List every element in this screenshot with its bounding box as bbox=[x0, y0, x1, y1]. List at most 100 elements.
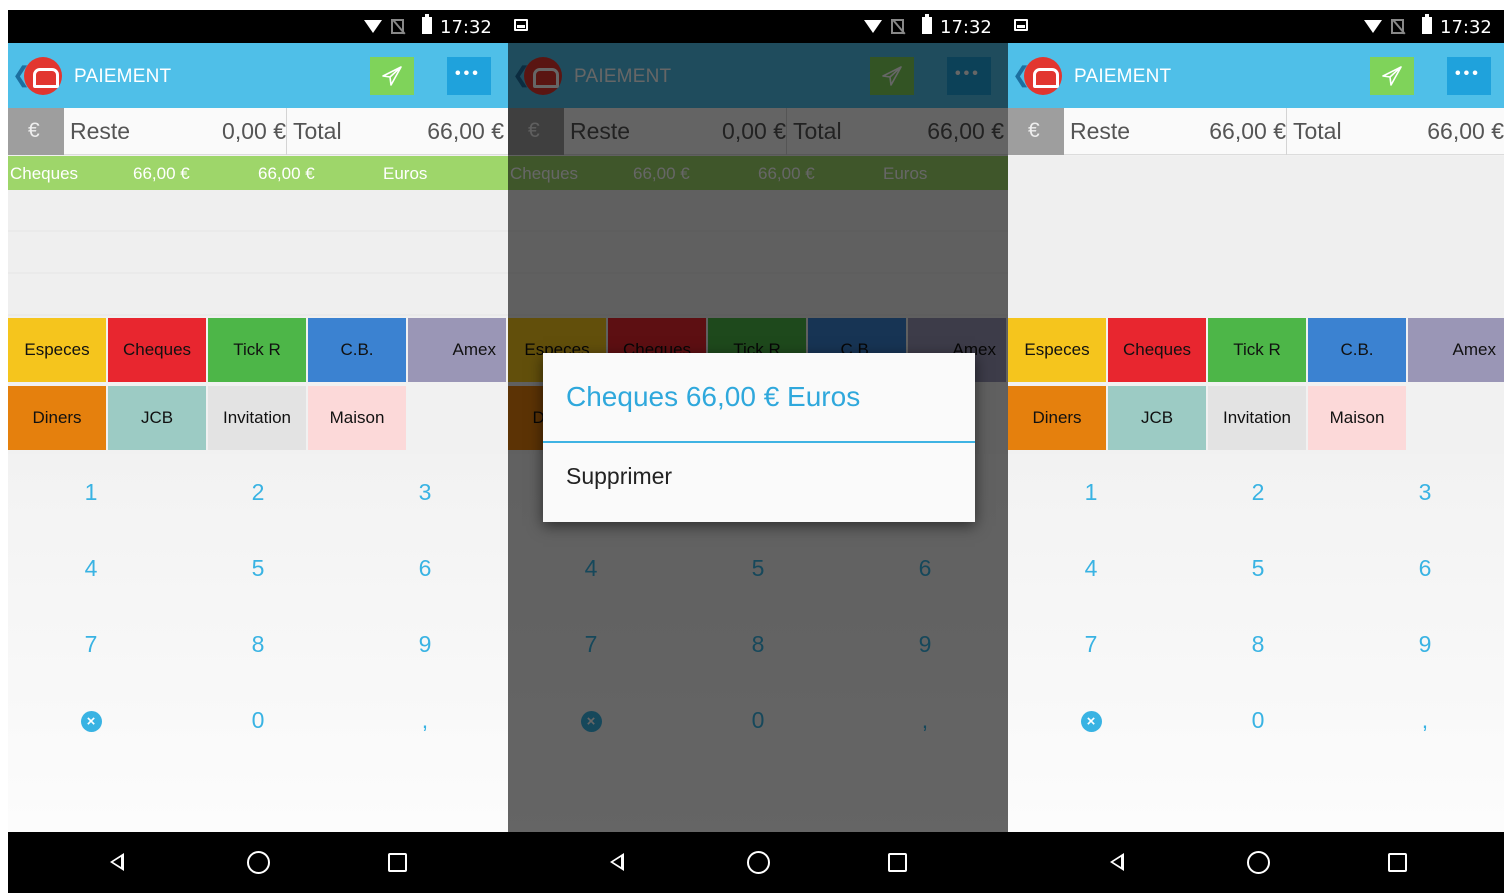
delete-key[interactable]: × bbox=[8, 682, 174, 758]
nav-home-icon[interactable] bbox=[747, 851, 770, 874]
method-button-cheques[interactable]: Cheques bbox=[108, 318, 206, 382]
key-6[interactable]: 6 bbox=[342, 530, 508, 606]
nav-home-icon[interactable] bbox=[247, 851, 270, 874]
key-6[interactable]: 6 bbox=[1342, 530, 1504, 606]
nav-back-icon[interactable] bbox=[110, 853, 124, 871]
wifi-icon bbox=[364, 20, 382, 33]
key-9[interactable]: 9 bbox=[342, 606, 508, 682]
reste-value: 66,00 € bbox=[1209, 118, 1286, 144]
method-button-maison[interactable]: Maison bbox=[1308, 386, 1406, 450]
total-label: Total bbox=[1293, 118, 1342, 144]
key-7[interactable]: 7 bbox=[8, 606, 174, 682]
nav-home-icon[interactable] bbox=[1247, 851, 1270, 874]
nav-back-icon[interactable] bbox=[610, 853, 624, 871]
no-sim-icon bbox=[391, 19, 404, 34]
key-3[interactable]: 3 bbox=[1342, 454, 1504, 530]
no-sim-icon bbox=[891, 19, 904, 34]
image-notification-icon bbox=[514, 19, 528, 31]
reste-label: Reste bbox=[70, 118, 131, 144]
method-button-especes[interactable]: Especes bbox=[1008, 318, 1106, 382]
key-0[interactable]: 0 bbox=[175, 682, 341, 758]
send-button[interactable] bbox=[370, 57, 414, 95]
method-button-amex[interactable]: Amex bbox=[1408, 318, 1504, 382]
nav-recent-icon[interactable] bbox=[1388, 853, 1407, 872]
phone-screen-1: 17:32 ❮ PAIEMENT ••• € Reste 0,00 € Total 66,00 … bbox=[8, 10, 508, 893]
method-button-diners[interactable]: Diners bbox=[1008, 386, 1106, 450]
method-button-invitation[interactable]: Invitation bbox=[208, 386, 306, 450]
key-comma[interactable]: , bbox=[342, 682, 508, 758]
method-button-c-b[interactable]: C.B. bbox=[1308, 318, 1406, 382]
totals-row: €Reste 0,00 € Total 66,00 € bbox=[8, 108, 508, 155]
battery-icon bbox=[422, 14, 432, 34]
method-button-diners[interactable]: Diners bbox=[8, 386, 106, 450]
key-7[interactable]: 7 bbox=[1008, 606, 1174, 682]
total-value: 66,00 € bbox=[1427, 118, 1504, 144]
status-time: 17:32 bbox=[1440, 17, 1492, 38]
phone-screen-3: 17:32 ❮ PAIEMENT ••• € Reste 66,00 € Total 66,00… bbox=[1008, 10, 1504, 893]
status-bar: 17:32 bbox=[1008, 10, 1504, 43]
key-4[interactable]: 4 bbox=[8, 530, 174, 606]
method-button-amex[interactable]: Amex bbox=[408, 318, 506, 382]
key-3[interactable]: 3 bbox=[342, 454, 508, 530]
method-button-cheques[interactable]: Cheques bbox=[1108, 318, 1206, 382]
reste-value: 0,00 € bbox=[222, 118, 286, 144]
key-8[interactable]: 8 bbox=[1175, 606, 1341, 682]
payment-currency: Euros bbox=[383, 164, 428, 183]
total-box: Total 66,00 € bbox=[1286, 108, 1504, 155]
dialog-title: Cheques 66,00 € Euros bbox=[566, 381, 861, 412]
key-2[interactable]: 2 bbox=[1175, 454, 1341, 530]
method-button-invitation[interactable]: Invitation bbox=[1208, 386, 1306, 450]
nav-recent-icon[interactable] bbox=[388, 853, 407, 872]
key-1[interactable]: 1 bbox=[8, 454, 174, 530]
app-logo-icon[interactable] bbox=[24, 57, 62, 95]
more-icon: ••• bbox=[1455, 65, 1481, 82]
payment-method: Cheques bbox=[10, 164, 79, 183]
total-box: Total 66,00 € bbox=[286, 108, 508, 155]
method-button-jcb[interactable]: JCB bbox=[108, 386, 206, 450]
currency-button[interactable]: € bbox=[1008, 108, 1064, 155]
keypad: 123 456 789 × 0, bbox=[8, 454, 508, 832]
status-bar: 17:32 bbox=[8, 10, 508, 43]
method-button-c-b[interactable]: C.B. bbox=[308, 318, 406, 382]
battery-icon bbox=[922, 14, 932, 34]
key-comma[interactable]: , bbox=[1342, 682, 1504, 758]
total-label: Total bbox=[293, 118, 342, 144]
more-options-button[interactable]: ••• bbox=[447, 57, 491, 95]
payment-amount: 66,00 € bbox=[133, 164, 190, 183]
key-0[interactable]: 0 bbox=[1175, 682, 1341, 758]
key-1[interactable]: 1 bbox=[1008, 454, 1174, 530]
phone-screen-2: 17:32❮PAIEMENT•••€Reste0,00 €Total66,00 … bbox=[508, 10, 1008, 893]
more-options-button[interactable]: ••• bbox=[1447, 57, 1491, 95]
payment-line-item[interactable]: Cheques 66,00 € 66,00 € Euros bbox=[8, 156, 508, 190]
stage: 17:32 ❮ PAIEMENT ••• € Reste 0,00 € Total 66,00 … bbox=[8, 10, 1504, 893]
payment-amount-converted: 66,00 € bbox=[258, 164, 315, 183]
app-title: PAIEMENT bbox=[1074, 66, 1172, 87]
method-button-tick-r[interactable]: Tick R bbox=[1208, 318, 1306, 382]
key-4[interactable]: 4 bbox=[1008, 530, 1174, 606]
currency-button[interactable]: € bbox=[8, 108, 64, 155]
navigation-bar bbox=[508, 832, 1008, 893]
method-button-maison[interactable]: Maison bbox=[308, 386, 406, 450]
key-2[interactable]: 2 bbox=[175, 454, 341, 530]
delete-key[interactable]: × bbox=[1008, 682, 1174, 758]
key-8[interactable]: 8 bbox=[175, 606, 341, 682]
wifi-icon bbox=[1364, 20, 1382, 33]
method-button-especes[interactable]: Especes bbox=[8, 318, 106, 382]
nav-back-icon[interactable] bbox=[1110, 853, 1124, 871]
payment-list bbox=[1008, 156, 1504, 318]
method-button-jcb[interactable]: JCB bbox=[1108, 386, 1206, 450]
status-bar: 17:32 bbox=[508, 10, 1008, 43]
status-time: 17:32 bbox=[440, 17, 492, 38]
dialog-delete-option[interactable]: Supprimer bbox=[543, 443, 975, 509]
wifi-icon bbox=[864, 20, 882, 33]
key-9[interactable]: 9 bbox=[1342, 606, 1504, 682]
reste-label: Reste bbox=[1070, 118, 1131, 144]
app-logo-icon[interactable] bbox=[1024, 57, 1062, 95]
total-value: 66,00 € bbox=[427, 118, 504, 144]
nav-recent-icon[interactable] bbox=[888, 853, 907, 872]
method-button-tick-r[interactable]: Tick R bbox=[208, 318, 306, 382]
key-5[interactable]: 5 bbox=[175, 530, 341, 606]
battery-icon bbox=[1422, 14, 1432, 34]
key-5[interactable]: 5 bbox=[1175, 530, 1341, 606]
send-button[interactable] bbox=[1370, 57, 1414, 95]
